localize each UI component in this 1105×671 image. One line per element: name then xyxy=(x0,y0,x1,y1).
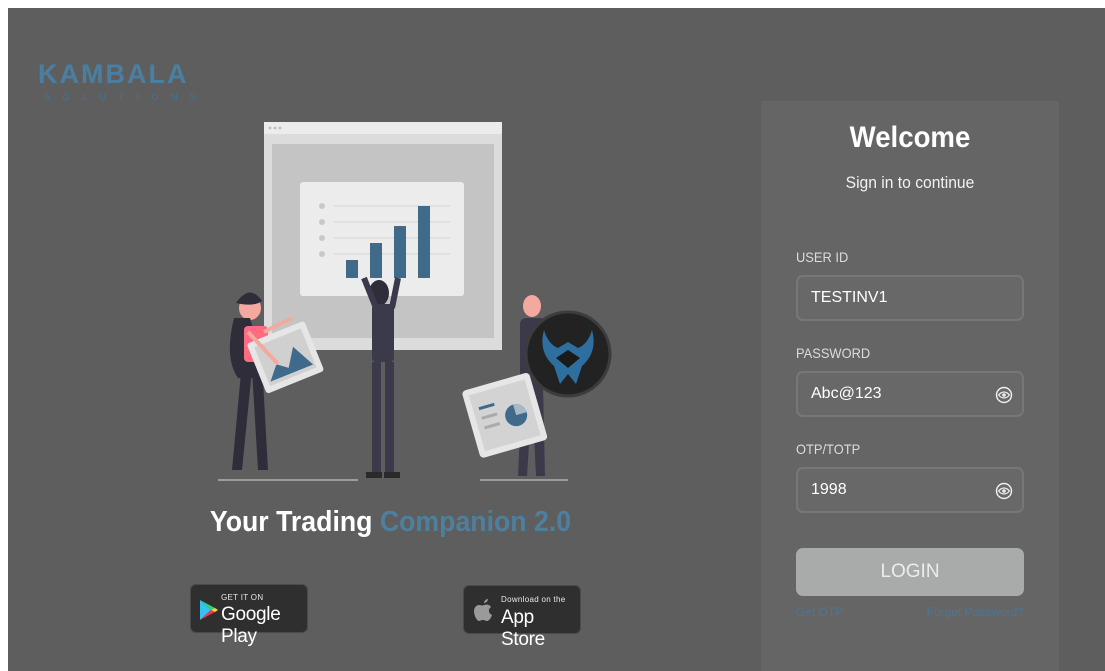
welcome-subtitle: Sign in to continue xyxy=(845,173,975,192)
tagline-main: Your Trading xyxy=(209,506,380,538)
logo-text: KAMBALA xyxy=(38,59,189,89)
tagline: Your Trading Companion 2.0 xyxy=(177,506,605,539)
tagline-accent: Companion 2.0 xyxy=(379,506,572,538)
login-button[interactable]: LOGIN xyxy=(796,548,1024,596)
password-label: PASSWORD xyxy=(796,345,871,361)
get-otp-link[interactable]: Get OTP xyxy=(796,605,843,619)
google-badge-text: Google Play xyxy=(221,604,281,647)
welcome-title: Welcome xyxy=(849,121,971,154)
app-store-small-text: Download on the xyxy=(501,595,566,604)
trading-illustration xyxy=(218,122,612,481)
otp-input[interactable] xyxy=(798,469,991,511)
user-id-label: USER ID xyxy=(796,249,849,265)
user-id-input[interactable] xyxy=(798,277,991,319)
show-password-icon[interactable] xyxy=(995,386,1013,404)
otp-field xyxy=(796,467,1024,513)
kambala-logo: KAMBALA SOLUTIONS xyxy=(38,60,209,102)
otp-label: OTP/TOTP xyxy=(796,441,861,457)
chart-bar xyxy=(394,226,406,278)
chart-bar xyxy=(418,206,430,278)
apple-icon xyxy=(474,599,492,621)
password-field xyxy=(796,371,1024,417)
kambala-emblem xyxy=(524,310,612,398)
google-play-badge[interactable]: GET IT ON Google Play xyxy=(190,584,308,647)
logo-subtext: SOLUTIONS xyxy=(44,92,209,102)
google-badge-small-text: GET IT ON xyxy=(221,593,264,602)
show-otp-icon[interactable] xyxy=(995,482,1013,500)
password-input[interactable] xyxy=(798,373,991,415)
forgot-password-link[interactable]: Forgot Password? xyxy=(927,605,1024,619)
login-panel: Welcome Sign in to continue USER ID PASS… xyxy=(761,101,1059,671)
login-page: KAMBALA SOLUTIONS Your Trading Companion… xyxy=(8,8,1105,671)
google-play-icon xyxy=(200,600,218,620)
user-id-field xyxy=(796,275,1024,321)
app-store-text: App Store xyxy=(501,607,545,650)
chart-bar xyxy=(370,243,382,278)
chart-bar xyxy=(346,260,358,278)
app-store-badge[interactable]: Download on the App Store xyxy=(463,585,581,650)
